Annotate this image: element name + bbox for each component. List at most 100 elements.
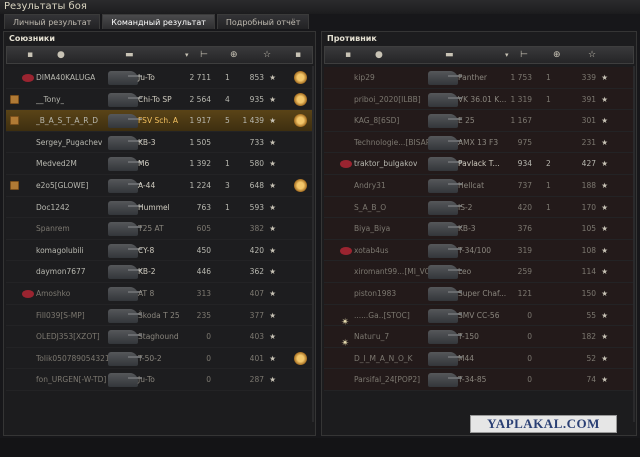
player-row[interactable]: S_A_B_O IS-2 420 1 170 ★ xyxy=(324,196,634,219)
player-row[interactable]: xotab4us T-34/100 319 108 ★ xyxy=(324,239,634,262)
player-row[interactable]: D_I_M_A_N_O_K M44 0 52 ★ xyxy=(324,347,634,370)
player-name[interactable]: e2o5[GLOWE] xyxy=(36,175,88,196)
player-name[interactable]: Tolik050789054321... xyxy=(36,348,116,369)
player-row[interactable]: ✴ ......Ga..[STOC] SMV CC-56 0 55 ★ xyxy=(324,304,634,328)
achievement-medal-icon[interactable] xyxy=(294,351,307,365)
xp-star-icon: ★ xyxy=(269,332,276,342)
tab-personal-result[interactable]: Личный результат xyxy=(4,14,101,29)
player-name[interactable]: xotab4us xyxy=(354,240,389,261)
tank-icon xyxy=(428,114,462,129)
player-name[interactable]: OLEDJ353[XZOT] xyxy=(36,326,100,347)
player-name[interactable]: Medved2M xyxy=(36,153,77,174)
player-name[interactable]: D_I_M_A_N_O_K xyxy=(354,348,413,369)
player-row[interactable]: Andry31 Hellcat 737 1 188 ★ xyxy=(324,174,634,197)
player-row[interactable]: DIMA40KALUGA Ju-To 2 711 1 853 ★ xyxy=(6,67,313,89)
kills-column-icon[interactable]: ⊕ xyxy=(230,49,238,61)
player-name[interactable]: Biya_Biya xyxy=(354,218,390,239)
player-name[interactable]: komagolubili xyxy=(36,240,84,261)
player-row[interactable]: Parsifal_24[POP2] T-34-85 0 74 ★ xyxy=(324,369,634,391)
xp-value: 231 xyxy=(581,137,596,147)
player-row[interactable]: Doc1242 Hummel 763 1 593 ★ xyxy=(6,196,313,219)
xp-value: 362 xyxy=(249,267,264,277)
player-name[interactable]: Spanrem xyxy=(36,218,70,239)
vehicle-name: Leo xyxy=(458,267,472,277)
player-name[interactable]: traktor_bulgakov xyxy=(354,153,417,174)
sort-chevron-down-icon[interactable]: ▾ xyxy=(505,49,509,61)
player-name[interactable]: KAG_8[6SD] xyxy=(354,110,399,131)
player-row[interactable]: Fill039[S-MP] Škoda T 25 235 377 ★ xyxy=(6,304,313,327)
player-name[interactable]: ......Ga..[STOC] xyxy=(354,305,410,326)
player-name[interactable]: Fill039[S-MP] xyxy=(36,305,85,326)
damage-column-icon[interactable]: ⊢ xyxy=(520,49,528,61)
tab-team-result[interactable]: Командный результат xyxy=(102,14,215,29)
damage-value: 934 xyxy=(517,159,532,169)
xp-value: 401 xyxy=(249,353,264,363)
player-row[interactable]: piston1983 Super Chaf... 121 150 ★ xyxy=(324,282,634,305)
sort-chevron-down-icon[interactable]: ▾ xyxy=(185,49,189,61)
player-row[interactable]: kip29 Panther 1 753 1 339 ★ xyxy=(324,67,634,89)
player-name[interactable]: xiromant99...[MI_VO] xyxy=(354,261,434,282)
player-row[interactable]: Spanrem T25 AT 605 382 ★ xyxy=(6,218,313,240)
enemies-scrollbar[interactable] xyxy=(633,66,635,422)
player-name[interactable]: Doc1242 xyxy=(36,197,70,218)
player-name[interactable]: _B_A_S_T_A_R_D xyxy=(36,110,98,131)
damage-value: 319 xyxy=(517,245,532,255)
player-name[interactable]: DIMA40KALUGA xyxy=(36,67,95,88)
player-row[interactable]: Amoshko AT 8 313 407 ★ xyxy=(6,282,313,305)
player-row[interactable]: Biya_Biya KB-3 376 105 ★ xyxy=(324,218,634,240)
player-name[interactable]: piston1983 xyxy=(354,283,396,304)
squad-column-icon[interactable]: ▪ xyxy=(345,49,351,61)
player-name[interactable]: Technologie...[BISAR] xyxy=(354,132,434,153)
achievement-medal-icon[interactable] xyxy=(294,71,307,84)
clan-emblem-icon xyxy=(22,74,34,82)
player-column-icon[interactable]: ● xyxy=(375,49,383,61)
player-name[interactable]: daymon7677 xyxy=(36,261,86,282)
player-row[interactable]: e2o5[GLOWE] A-44 1 224 3 648 ★ xyxy=(6,174,313,197)
vehicle-column-icon[interactable]: ▬ xyxy=(125,49,134,61)
player-row[interactable]: Sergey_Pugachev KB-3 1 505 733 ★ xyxy=(6,131,313,154)
vehicle-column-icon[interactable]: ▬ xyxy=(445,49,454,61)
squad-column-icon[interactable]: ▪ xyxy=(27,49,33,61)
player-name[interactable]: __Tony_ xyxy=(36,89,64,110)
allies-scrollbar[interactable] xyxy=(312,66,314,422)
tab-detailed-report[interactable]: Подробный отчёт xyxy=(216,14,310,29)
player-name[interactable]: fon_URGEN[-W-TD] xyxy=(36,369,106,390)
player-row[interactable]: Technologie...[BISAR] AMX 13 F3 975 231 ★ xyxy=(324,131,634,154)
damage-column-icon[interactable]: ⊢ xyxy=(200,49,208,61)
player-name[interactable]: kip29 xyxy=(354,67,375,88)
player-name[interactable]: Andry31 xyxy=(354,175,386,196)
player-row[interactable]: OLEDJ353[XZOT] Staghound 0 403 ★ xyxy=(6,326,313,348)
player-row[interactable]: xiromant99...[MI_VO] Leo 259 114 ★ xyxy=(324,261,634,283)
achievement-medal-icon[interactable] xyxy=(294,92,307,106)
player-row[interactable]: priboi_2020[ILBB] VK 36.01 K... 1 319 1 391 ★ xyxy=(324,88,634,111)
player-row[interactable]: ✴ Natuгu_7 T-150 0 182 ★ xyxy=(324,326,634,349)
player-row[interactable]: daymon7677 KB-2 446 362 ★ xyxy=(6,261,313,283)
xp-value: 188 xyxy=(581,180,596,190)
xp-column-icon[interactable]: ☆ xyxy=(588,49,596,61)
achievement-medal-icon[interactable] xyxy=(294,178,307,192)
player-row[interactable]: KAG_8[6SD] E 25 1 167 301 ★ xyxy=(324,110,634,132)
player-name[interactable]: S_A_B_O xyxy=(354,197,386,218)
player-row[interactable]: komagolubili CY-8 450 420 ★ xyxy=(6,239,313,262)
achievement-medal-icon[interactable] xyxy=(294,114,307,128)
vehicle-name: AT 8 xyxy=(138,288,155,298)
xp-star-icon: ★ xyxy=(601,245,608,255)
medal-column-icon[interactable]: ▪ xyxy=(295,49,301,61)
tank-icon xyxy=(428,265,462,280)
player-row[interactable]: __Tony_ Chi-To SP 2 564 4 935 ★ xyxy=(6,88,313,111)
xp-column-icon[interactable]: ☆ xyxy=(263,49,271,61)
player-row[interactable]: _B_A_S_T_A_R_D FSV Sch. A 1 917 5 1 439 ★ xyxy=(6,110,313,132)
player-name[interactable]: Sergey_Pugachev xyxy=(36,132,102,153)
player-name[interactable]: Amoshko xyxy=(36,283,70,304)
xp-value: 391 xyxy=(581,94,596,104)
player-name[interactable]: Natuгu_7 xyxy=(354,326,389,347)
player-name[interactable]: priboi_2020[ILBB] xyxy=(354,89,421,110)
kills-column-icon[interactable]: ⊕ xyxy=(553,49,561,61)
damage-value: 0 xyxy=(206,332,211,342)
player-row[interactable]: fon_URGEN[-W-TD] Ju-To 0 287 ★ xyxy=(6,369,313,391)
player-name[interactable]: Parsifal_24[POP2] xyxy=(354,369,420,390)
player-row[interactable]: traktor_bulgakov Pavlack T... 934 2 427 ★ xyxy=(324,153,634,175)
player-row[interactable]: Tolik050789054321... T-50-2 0 401 ★ xyxy=(6,347,313,370)
player-column-icon[interactable]: ● xyxy=(57,49,65,61)
player-row[interactable]: Medved2M M6 1 392 1 580 ★ xyxy=(6,153,313,175)
